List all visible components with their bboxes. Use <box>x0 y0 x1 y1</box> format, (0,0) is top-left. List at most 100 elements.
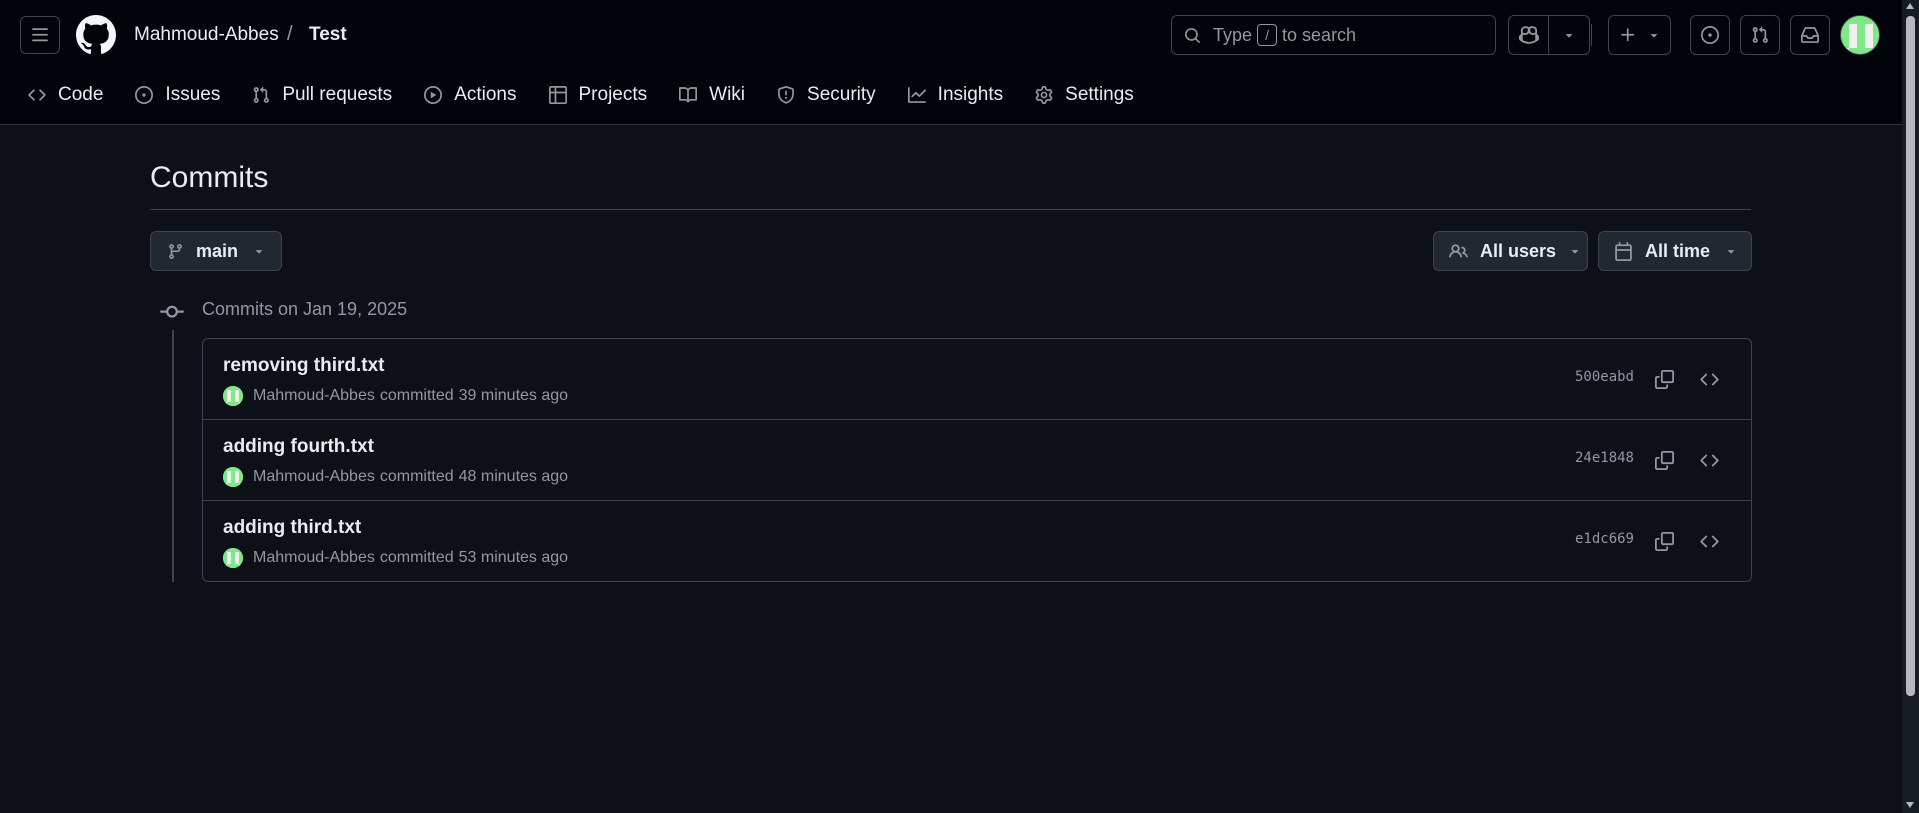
branch-name: main <box>196 240 239 261</box>
inbox-icon <box>1801 27 1819 43</box>
global-header: Mahmoud-Abbes / Test Type / to search Co… <box>0 0 1902 125</box>
identicon-avatar-icon <box>223 386 243 406</box>
commit-time: 48 minutes ago <box>458 468 569 485</box>
scroll-down-arrow-icon[interactable] <box>1906 802 1914 808</box>
tab-pull-requests[interactable]: Pull requests <box>252 80 392 110</box>
author-avatar[interactable] <box>223 467 243 487</box>
tab-security[interactable]: Security <box>777 80 876 110</box>
scrollbar-thumb[interactable] <box>1906 16 1915 696</box>
search-icon <box>1185 27 1200 43</box>
your-issues-button[interactable] <box>1690 15 1730 55</box>
code-icon <box>1699 454 1719 466</box>
browse-repo-at-commit-button[interactable] <box>1695 365 1723 393</box>
tab-settings-label: Settings <box>1065 84 1134 105</box>
commit-verb: committed <box>379 549 454 566</box>
tab-insights-label: Insights <box>937 84 1004 105</box>
search-shortcut-key: / <box>1257 24 1278 46</box>
commit-time: 39 minutes ago <box>458 387 569 404</box>
scroll-up-arrow-icon[interactable] <box>1906 3 1914 9</box>
breadcrumb-owner-link[interactable]: Mahmoud-Abbes <box>134 24 279 46</box>
commit-time: 53 minutes ago <box>458 549 569 566</box>
branch-selector-button[interactable]: main <box>150 231 282 271</box>
commit-verb: committed <box>379 468 454 485</box>
commit-author-link[interactable]: Mahmoud-Abbes <box>253 387 375 405</box>
breadcrumb-repo-link[interactable]: Test <box>309 24 347 46</box>
tab-pull-requests-label: Pull requests <box>282 84 393 105</box>
user-avatar-button[interactable] <box>1840 15 1880 55</box>
tab-code-label: Code <box>58 84 104 105</box>
tab-actions-label: Actions <box>454 84 517 105</box>
tab-settings[interactable]: Settings <box>1035 80 1134 110</box>
copilot-menu-button[interactable] <box>1549 16 1589 54</box>
pull-request-icon <box>1752 26 1768 43</box>
commit-sha-link[interactable]: 24e1848 <box>1575 450 1634 466</box>
issue-opened-icon <box>1701 26 1719 44</box>
tab-code[interactable]: Code <box>28 80 103 110</box>
triangle-down-icon <box>1650 34 1657 38</box>
open-global-navigation-button[interactable] <box>20 16 60 54</box>
copy-icon <box>1654 369 1674 389</box>
commit-message-link[interactable]: adding third.txt <box>223 517 361 539</box>
github-logo-icon[interactable] <box>76 15 116 55</box>
triangle-down-icon <box>1565 34 1573 38</box>
header-divider <box>1591 24 1592 46</box>
commit-verb: committed <box>379 387 454 404</box>
identicon-avatar-icon <box>223 548 243 568</box>
breadcrumb-separator: / <box>287 23 293 45</box>
code-icon <box>1699 535 1719 547</box>
commit-row: adding fourth.txt Mahmoud-Abbes committe… <box>203 420 1751 501</box>
author-avatar[interactable] <box>223 386 243 406</box>
commit-meta: Mahmoud-Abbes committed 53 minutes ago <box>223 548 568 568</box>
copy-sha-button[interactable] <box>1650 365 1678 393</box>
copy-icon <box>1654 531 1674 551</box>
identicon-avatar-icon <box>223 467 243 487</box>
tab-projects[interactable]: Projects <box>548 80 648 110</box>
create-new-button[interactable] <box>1608 15 1671 55</box>
tab-wiki[interactable]: Wiki <box>679 80 745 110</box>
commit-author-link[interactable]: Mahmoud-Abbes <box>253 468 375 486</box>
page-scrollbar[interactable] <box>1902 0 1919 813</box>
title-divider <box>150 209 1751 210</box>
pull-request-icon <box>254 86 270 103</box>
git-branch-icon <box>169 243 182 259</box>
tab-insights[interactable]: Insights <box>907 80 1004 110</box>
tab-wiki-label: Wiki <box>709 84 746 105</box>
browse-repo-at-commit-button[interactable] <box>1695 527 1723 555</box>
time-filter-label: All time <box>1645 240 1711 261</box>
tab-projects-label: Projects <box>578 84 648 105</box>
gear-icon <box>1035 86 1053 104</box>
triangle-down-icon <box>1571 250 1579 254</box>
timeline-line <box>172 330 174 582</box>
copy-sha-button[interactable] <box>1650 446 1678 474</box>
plus-icon <box>1620 28 1634 42</box>
page-title: Commits <box>150 161 269 194</box>
search-input[interactable]: Type / to search <box>1171 15 1496 55</box>
commit-list: removing third.txt Mahmoud-Abbes committ… <box>202 338 1752 582</box>
commit-author-link[interactable]: Mahmoud-Abbes <box>253 549 375 567</box>
commit-sha-link[interactable]: e1dc669 <box>1575 531 1634 547</box>
tab-issues[interactable]: Issues <box>135 80 220 110</box>
commit-row: removing third.txt Mahmoud-Abbes committ… <box>203 339 1751 420</box>
notifications-button[interactable] <box>1790 15 1830 55</box>
calendar-icon <box>1615 241 1632 261</box>
copy-sha-button[interactable] <box>1650 527 1678 555</box>
commit-sha-link[interactable]: 500eabd <box>1575 369 1634 385</box>
users-filter-button[interactable]: All users <box>1433 231 1588 271</box>
graph-icon <box>907 87 926 103</box>
commit-meta: Mahmoud-Abbes committed 39 minutes ago <box>223 386 568 406</box>
search-placeholder-suffix: to search <box>1282 24 1357 45</box>
commit-message-link[interactable]: adding fourth.txt <box>223 436 374 458</box>
search-placeholder-prefix: Type <box>1213 24 1253 45</box>
commit-meta: Mahmoud-Abbes committed 48 minutes ago <box>223 467 568 487</box>
copilot-chat-button[interactable] <box>1509 16 1549 54</box>
author-avatar[interactable] <box>223 548 243 568</box>
time-filter-button[interactable]: All time <box>1598 231 1752 271</box>
browse-repo-at-commit-button[interactable] <box>1695 446 1723 474</box>
triangle-down-icon <box>1727 250 1735 254</box>
commit-message-link[interactable]: removing third.txt <box>223 355 385 377</box>
commit-row: adding third.txt Mahmoud-Abbes committed… <box>203 501 1751 581</box>
tab-actions[interactable]: Actions <box>424 80 517 110</box>
tab-security-label: Security <box>807 84 876 105</box>
shield-icon <box>778 86 794 104</box>
your-pull-requests-button[interactable] <box>1740 15 1780 55</box>
